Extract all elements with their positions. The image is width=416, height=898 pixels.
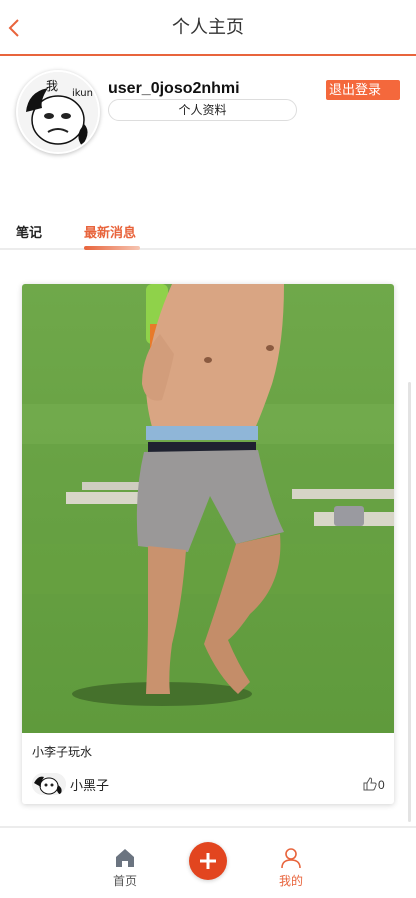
add-icon (200, 853, 216, 869)
feed[interactable]: 小李子玩水 小黑子 0 (0, 252, 416, 824)
back-button[interactable] (4, 14, 28, 42)
nav-home-label: 首页 (112, 874, 137, 888)
svg-text:ikun: ikun (72, 88, 93, 99)
home-icon (116, 849, 134, 867)
post-title: 小李子玩水 (32, 745, 93, 759)
chevron-left-icon (8, 19, 19, 37)
top-bar: 个人主页 (0, 0, 416, 56)
post-image[interactable] (22, 284, 394, 733)
page-title: 个人主页 (172, 17, 244, 38)
svg-text:我: 我 (46, 79, 58, 93)
avatar-meme-image: 我 ikun (18, 72, 98, 152)
profile-section: 我 ikun user_0joso2nhmi 个人资料 退出登录 (0, 58, 416, 208)
like-count: 0 (378, 778, 385, 792)
tab-latest-messages[interactable]: 最新消息 (84, 222, 136, 241)
user-icon (281, 848, 301, 869)
author-name: 小黑子 (70, 778, 110, 793)
post-card[interactable]: 小李子玩水 小黑子 0 (22, 284, 394, 804)
nav-home[interactable]: 首页 (100, 846, 150, 889)
thumbs-up-icon[interactable] (362, 776, 378, 792)
profile-info-button[interactable]: 个人资料 (108, 99, 297, 121)
author-avatar[interactable] (32, 773, 66, 795)
add-post-button[interactable] (189, 842, 227, 880)
bottom-nav: 首页 我的 (0, 826, 416, 898)
nav-mine-label: 我的 (278, 874, 303, 888)
nav-mine[interactable]: 我的 (266, 846, 316, 889)
active-tab-indicator (84, 246, 140, 250)
tab-notes[interactable]: 笔记 (16, 222, 42, 241)
avatar[interactable]: 我 ikun (16, 70, 100, 154)
logout-button[interactable]: 退出登录 (326, 80, 400, 100)
scrollbar[interactable] (408, 382, 411, 822)
tab-bar: 笔记 最新消息 (0, 208, 416, 250)
username: user_0joso2nhmi (108, 80, 240, 97)
